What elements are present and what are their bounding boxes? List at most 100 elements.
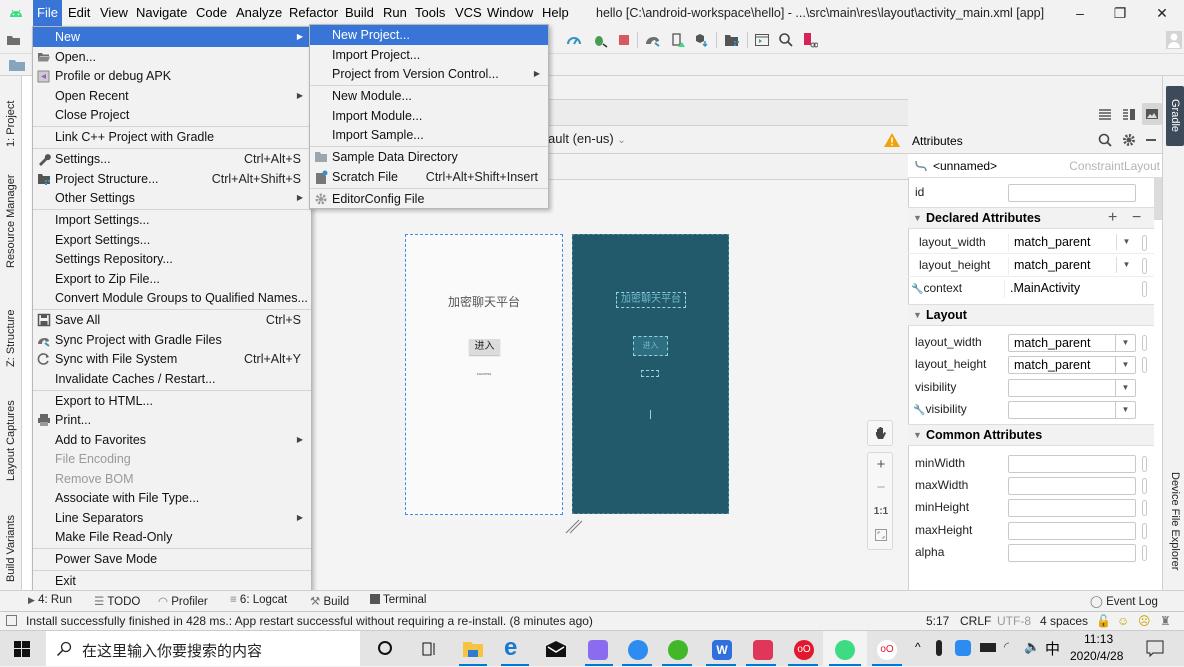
search-icon[interactable] [1098, 133, 1112, 147]
file-menu-other-settings[interactable]: Other Settings ▶ [33, 188, 311, 208]
microphone-icon[interactable] [936, 640, 942, 656]
resize-handle-icon[interactable] [565, 516, 583, 534]
min-width-input[interactable] [1008, 455, 1136, 473]
file-menu-line-separators[interactable]: Line Separators ▶ [33, 508, 311, 528]
dingtalk-icon[interactable] [628, 640, 648, 660]
show-hidden-icons-chevron[interactable]: ^ [915, 640, 921, 654]
file-encoding[interactable]: UTF-8 [997, 614, 1031, 628]
cloud-sync-icon[interactable] [955, 640, 971, 656]
max-width-input[interactable] [1008, 477, 1136, 495]
reference-button[interactable] [1142, 500, 1147, 516]
file-menu-open[interactable]: Open... [33, 47, 311, 67]
file-menu-profile-apk[interactable]: Profile or debug APK [33, 66, 311, 86]
taskbar-search-box[interactable]: 在这里输入你要搜索的内容 [46, 631, 360, 666]
reference-button[interactable] [1142, 523, 1147, 539]
file-menu-project-structure[interactable]: Project Structure... Ctrl+Alt+Shift+S [33, 169, 311, 189]
device-mirror-icon[interactable] [802, 32, 818, 48]
file-menu-export-settings[interactable]: Export Settings... [33, 230, 311, 250]
layout-width-value[interactable]: match_parent ▼ [1008, 234, 1136, 252]
smile-icon[interactable]: ☺ [1117, 614, 1129, 628]
caret-position[interactable]: 5:17 [926, 614, 949, 628]
reference-button[interactable] [1142, 235, 1147, 251]
file-menu-save-all[interactable]: Save All Ctrl+S [33, 310, 311, 330]
ime-indicator[interactable]: 中 [1045, 638, 1060, 659]
inspector-icon[interactable]: ♜ [1160, 614, 1171, 628]
minimize-button[interactable]: – [1060, 0, 1100, 26]
zoom-actual-button[interactable]: 1:1 [868, 501, 894, 523]
blueprint-enter-button[interactable]: 进入 [633, 336, 668, 356]
reference-button[interactable] [1142, 478, 1147, 494]
blueprint-status-text[interactable] [641, 370, 659, 377]
section-declared-attributes[interactable]: ▼ Declared Attributes + − [908, 207, 1154, 229]
add-attribute-button[interactable]: + [1108, 208, 1117, 228]
tool-tab-project[interactable]: 1: Project [2, 84, 20, 164]
menu-run[interactable]: Run [379, 0, 411, 26]
menu-edit[interactable]: Edit [64, 0, 94, 26]
code-view-icon[interactable] [1098, 107, 1112, 121]
max-height-input[interactable] [1008, 522, 1136, 540]
zoom-out-button[interactable]: − [868, 477, 894, 499]
file-menu-add-favorites[interactable]: Add to Favorites ▶ [33, 430, 311, 450]
design-preview[interactable]: 加密聊天平台 进入 success [405, 234, 563, 515]
blueprint-title-text[interactable]: 加密聊天平台 [616, 292, 686, 308]
file-menu-read-only[interactable]: Make File Read-Only [33, 527, 311, 547]
reference-button[interactable] [1142, 456, 1147, 472]
tool-tab-structure[interactable]: Z: Structure [2, 298, 20, 378]
menu-view[interactable]: View [96, 0, 132, 26]
split-view-icon[interactable] [1122, 107, 1136, 121]
cortana-icon[interactable] [378, 641, 392, 655]
layout-width-dropdown[interactable]: match_parent ▼ [1008, 334, 1136, 352]
wechat-icon[interactable] [668, 640, 688, 660]
task-view-icon[interactable] [420, 640, 438, 658]
dropdown-arrow-icon[interactable]: ▼ [1115, 380, 1135, 396]
file-menu-link-cpp[interactable]: Link C++ Project with Gradle [33, 127, 311, 147]
tool-window-build[interactable]: ⚒ Build [310, 594, 349, 608]
reference-button[interactable] [1142, 545, 1147, 561]
file-menu-convert-module-groups[interactable]: Convert Module Groups to Qualified Names… [33, 288, 311, 308]
tool-tab-build-variants[interactable]: Build Variants [2, 508, 20, 588]
avd-manager-icon[interactable] [670, 32, 686, 48]
tools-visibility-dropdown[interactable]: ▼ [1008, 401, 1136, 419]
menu-build[interactable]: Build [341, 0, 378, 26]
visibility-dropdown[interactable]: ▼ [1008, 379, 1136, 397]
attributes-scrollbar[interactable] [1154, 178, 1162, 220]
design-view-button[interactable] [1142, 103, 1162, 125]
reference-button[interactable] [1142, 357, 1147, 373]
menu-code[interactable]: Code [192, 0, 231, 26]
app-oo-white-icon[interactable]: oO [877, 640, 897, 660]
menu-navigate[interactable]: Navigate [132, 0, 191, 26]
tool-window-event-log[interactable]: ◯ Event Log [1090, 594, 1158, 608]
file-menu-export-zip[interactable]: Export to Zip File... [33, 269, 311, 289]
tool-tab-resource-manager[interactable]: Resource Manager [2, 171, 20, 271]
preview-enter-button[interactable]: 进入 [469, 339, 500, 355]
tool-window-terminal[interactable]: Terminal [370, 594, 426, 606]
dropdown-arrow-icon[interactable]: ▼ [1115, 335, 1135, 351]
menu-window[interactable]: Window [483, 0, 537, 26]
import-project-item[interactable]: Import Project... [310, 45, 548, 65]
android-studio-taskbar-button[interactable] [823, 631, 867, 667]
tool-window-profiler[interactable]: ◠ Profiler [158, 594, 208, 608]
import-sample-item[interactable]: Import Sample... [310, 125, 548, 145]
profiler-icon[interactable] [566, 32, 582, 48]
volume-icon[interactable]: 🔈 [1024, 639, 1040, 655]
dropdown-arrow-icon[interactable]: ▼ [1116, 234, 1136, 250]
indent-setting[interactable]: 4 spaces [1040, 614, 1088, 628]
file-menu-exit[interactable]: Exit [33, 571, 311, 591]
pan-button[interactable] [867, 420, 893, 446]
layout-height-value[interactable]: match_parent ▼ [1008, 257, 1136, 275]
stop-icon[interactable] [616, 32, 632, 48]
tool-tab-device-file-explorer[interactable]: Device File Explorer [1166, 466, 1184, 576]
import-module-item[interactable]: Import Module... [310, 106, 548, 126]
id-input[interactable] [1008, 184, 1136, 202]
sample-data-directory-item[interactable]: Sample Data Directory [310, 147, 548, 167]
scratch-file-item[interactable]: Scratch File Ctrl+Alt+Shift+Insert [310, 167, 548, 187]
status-message[interactable]: Install successfully finished in 428 ms.… [26, 614, 593, 628]
minimize-panel-icon[interactable] [1146, 139, 1156, 141]
warning-icon[interactable] [884, 133, 900, 147]
reference-button[interactable] [1142, 335, 1147, 351]
open-folder-icon[interactable] [6, 32, 22, 48]
alpha-input[interactable] [1008, 544, 1136, 562]
user-avatar-icon[interactable] [1166, 31, 1182, 49]
file-menu-export-html[interactable]: Export to HTML... [33, 391, 311, 411]
gear-icon[interactable] [1122, 133, 1136, 147]
